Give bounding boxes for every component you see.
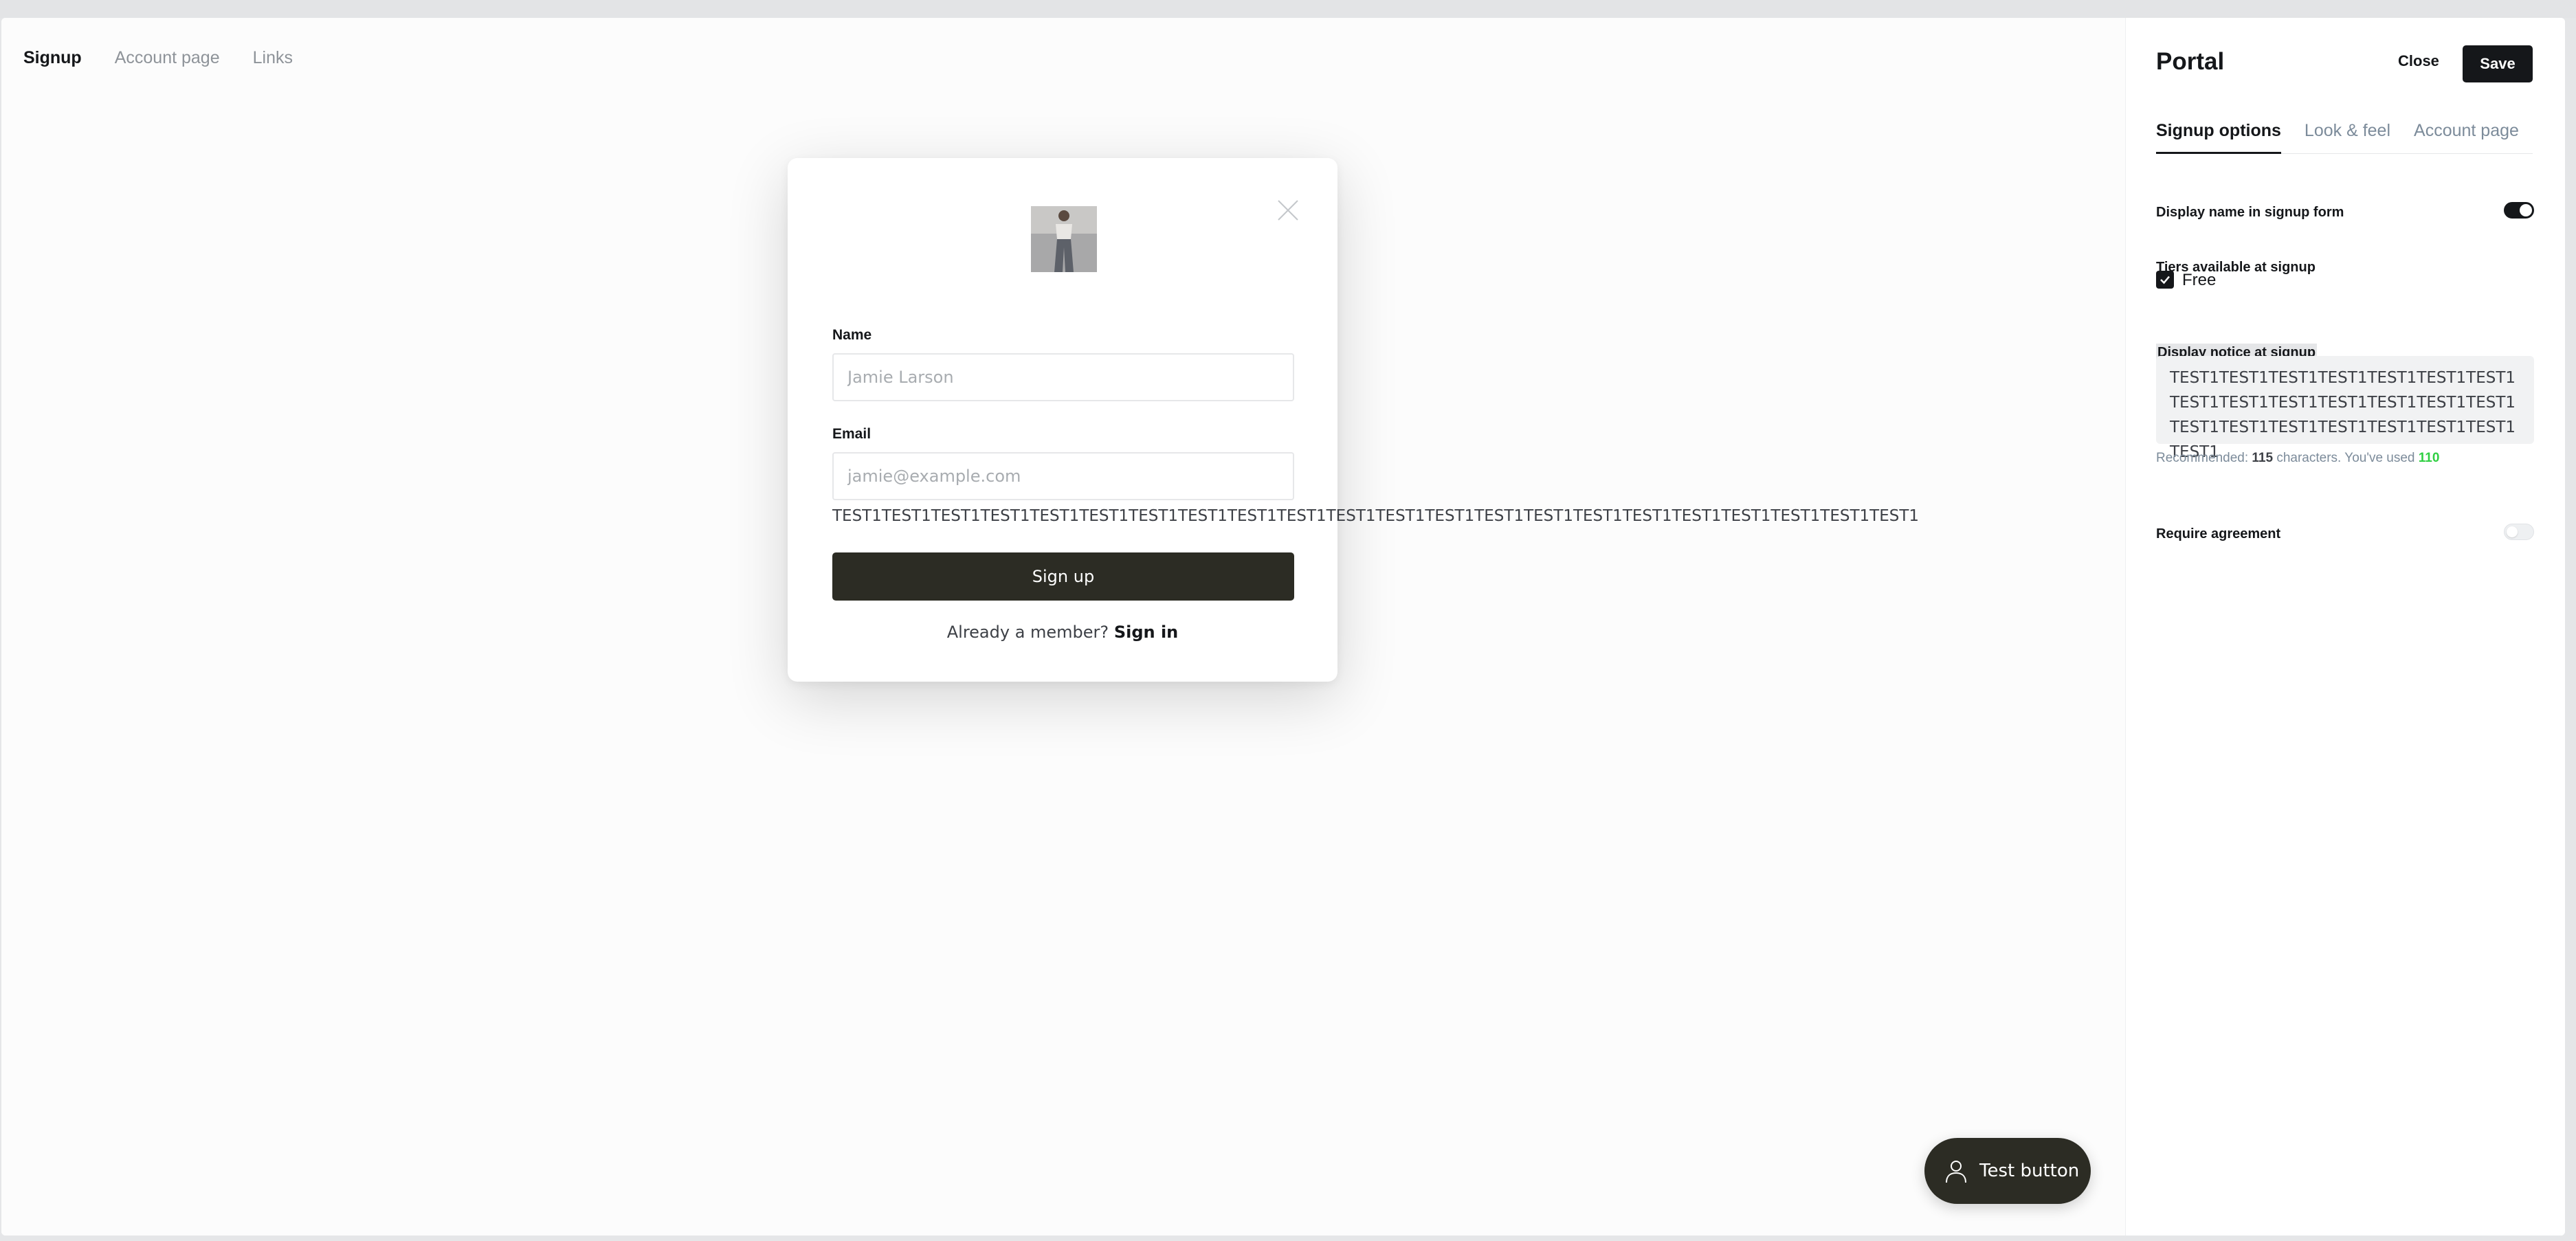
tab-look-and-feel[interactable]: Look & feel (2305, 121, 2390, 154)
tab-account-page[interactable]: Account page (2414, 121, 2519, 154)
name-input[interactable] (832, 353, 1294, 401)
display-name-toggle[interactable] (2504, 202, 2534, 219)
portal-settings-sidebar: Portal Close Save Signup options Look & … (2125, 18, 2565, 1236)
name-label: Name (832, 327, 872, 343)
browser-top-strip (0, 0, 2576, 18)
sign-up-button[interactable]: Sign up (832, 552, 1294, 601)
preview-tab-account-page[interactable]: Account page (115, 44, 220, 71)
display-name-label: Display name in signup form (2156, 205, 2344, 220)
tab-signup-options[interactable]: Signup options (2156, 121, 2281, 154)
sign-in-link[interactable]: Sign in (1114, 623, 1178, 642)
notice-textarea[interactable]: TEST1TEST1TEST1TEST1TEST1TEST1TEST1TEST1… (2156, 356, 2534, 461)
hint-recommended: Recommended: (2156, 451, 2249, 465)
notice-character-hint: Recommended: 115 characters. You've used… (2156, 451, 2439, 466)
hint-used-count: 110 (2418, 451, 2440, 465)
signup-notice-text: TEST1TEST1TEST1TEST1TEST1TEST1TEST1TEST1… (832, 507, 1920, 525)
require-agreement-label: Require agreement (2156, 526, 2281, 541)
hint-recommended-count: 115 (2252, 451, 2274, 465)
user-icon (1946, 1161, 1966, 1183)
portal-preview-area: Signup Account page Links Name Email (1, 18, 2125, 1236)
checkmark-icon (2160, 276, 2170, 284)
signup-modal: Name Email TEST1TEST1TEST1TEST1TEST1TEST… (788, 158, 1919, 682)
test-button-label: Test button (1979, 1161, 2080, 1181)
preview-tabs: Signup Account page Links (23, 44, 293, 71)
hint-characters-text: characters. You've used (2276, 451, 2415, 465)
close-button[interactable]: Close (2398, 52, 2439, 70)
require-agreement-toggle[interactable] (2504, 524, 2534, 540)
save-button[interactable]: Save (2463, 45, 2533, 82)
sidebar-title: Portal (2156, 48, 2225, 75)
portal-settings-window: Signup Account page Links Name Email (1, 18, 2565, 1236)
close-icon[interactable] (1274, 197, 1302, 224)
test-portal-button[interactable]: Test button (1924, 1138, 2091, 1204)
email-label: Email (832, 426, 871, 442)
preview-tab-links[interactable]: Links (253, 44, 293, 71)
already-member-text: Already a member? (946, 623, 1109, 642)
email-input[interactable] (832, 452, 1294, 500)
tier-free-checkbox[interactable] (2156, 271, 2174, 289)
site-logo-image (1031, 206, 1097, 272)
tiers-label: Tiers available at signup (2156, 260, 2316, 275)
preview-tab-signup[interactable]: Signup (23, 44, 82, 71)
tier-free-label: Free (2182, 271, 2217, 289)
settings-tabs: Signup options Look & feel Account page (2156, 121, 2533, 154)
signin-row: Already a member? Sign in (788, 623, 1337, 642)
person-photo-icon (1031, 206, 1097, 272)
